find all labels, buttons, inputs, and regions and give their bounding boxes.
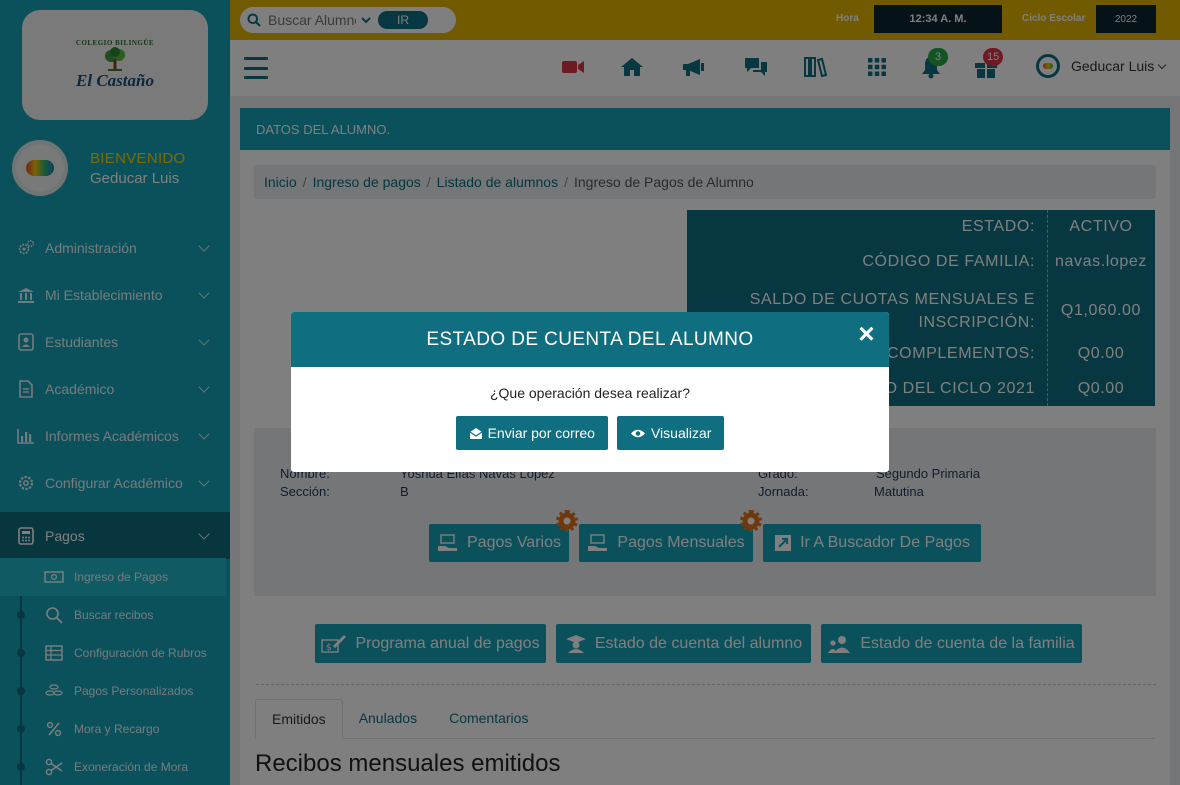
- account-statement-modal: ESTADO DE CUENTA DEL ALUMNO × ¿Que opera…: [291, 312, 889, 472]
- send-email-button[interactable]: Enviar por correo: [455, 416, 608, 450]
- modal-actions: Enviar por correo Visualizar: [291, 416, 889, 450]
- envelope-icon: [469, 427, 483, 440]
- eye-icon: [630, 428, 646, 439]
- view-label: Visualizar: [650, 425, 712, 441]
- modal-question: ¿Que operación desea realizar?: [489, 385, 690, 401]
- modal-body: ¿Que operación desea realizar? Enviar po…: [291, 367, 889, 450]
- send-email-label: Enviar por correo: [487, 425, 595, 441]
- modal-header: ESTADO DE CUENTA DEL ALUMNO ×: [291, 312, 889, 367]
- modal-title: ESTADO DE CUENTA DEL ALUMNO: [426, 328, 754, 350]
- close-icon[interactable]: ×: [858, 320, 875, 348]
- view-button[interactable]: Visualizar: [616, 416, 725, 450]
